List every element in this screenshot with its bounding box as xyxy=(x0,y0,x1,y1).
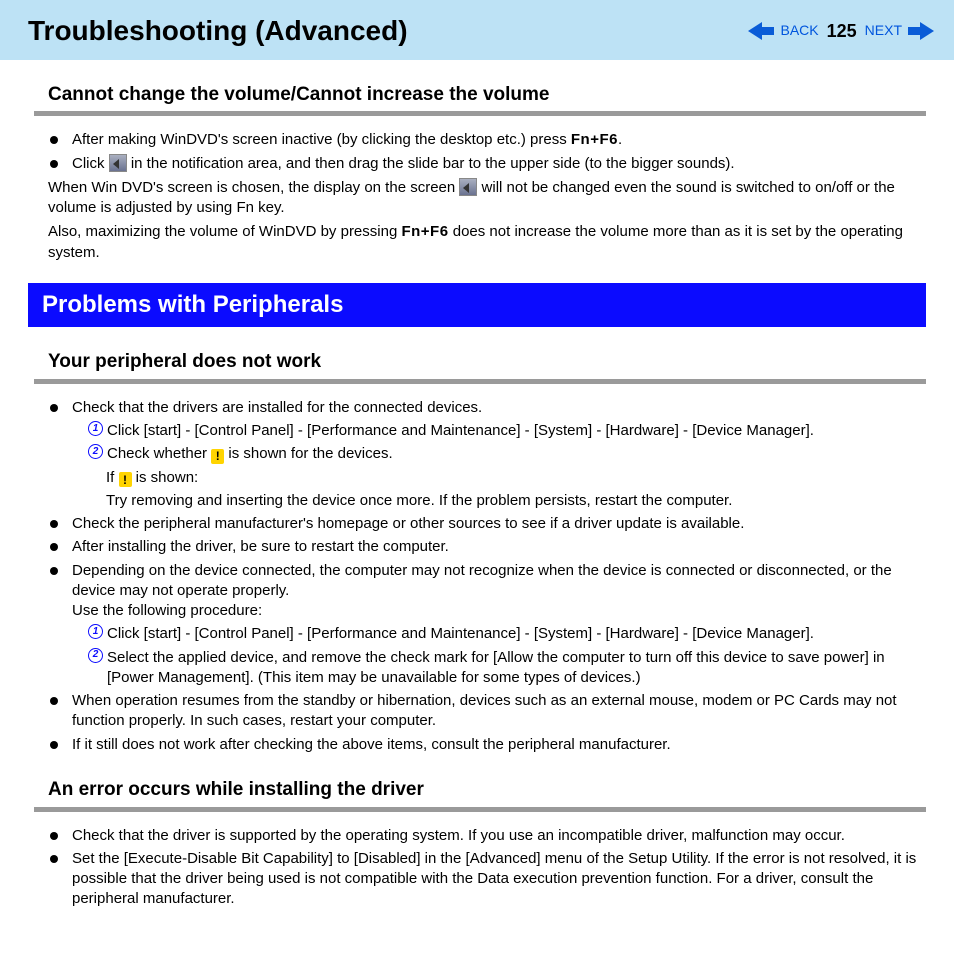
list-item: Depending on the device connected, the c… xyxy=(48,561,926,622)
content-area: Cannot change the volume/Cannot increase… xyxy=(0,82,954,933)
section-banner: Problems with Peripherals xyxy=(28,283,926,327)
step-row: 1 Click [start] - [Control Panel] - [Per… xyxy=(88,421,926,441)
section-volume-title: Cannot change the volume/Cannot increase… xyxy=(28,82,926,108)
sub-note: If ! is shown: xyxy=(106,468,926,488)
divider xyxy=(34,807,926,812)
list-item: After installing the driver, be sure to … xyxy=(48,537,926,557)
key-combo: Fn+F6 xyxy=(571,131,618,148)
header-bar: Troubleshooting (Advanced) BACK 125 NEXT xyxy=(0,0,954,60)
sub-note: Try removing and inserting the device on… xyxy=(106,491,926,511)
list-item: When operation resumes from the standby … xyxy=(48,691,926,732)
list-item: Check that the driver is supported by th… xyxy=(48,826,926,846)
key-combo: Fn+F6 xyxy=(401,223,448,240)
list-item: Click in the notification area, and then… xyxy=(48,154,926,174)
step-row: 1 Click [start] - [Control Panel] - [Per… xyxy=(88,624,926,644)
paragraph: Also, maximizing the volume of WinDVD by… xyxy=(28,222,926,263)
speaker-icon xyxy=(109,154,127,172)
list-item: If it still does not work after checking… xyxy=(48,735,926,755)
volume-list: After making WinDVD's screen inactive (b… xyxy=(28,130,926,174)
peripheral-list-3: When operation resumes from the standby … xyxy=(28,691,926,755)
sub-steps: 1 Click [start] - [Control Panel] - [Per… xyxy=(88,421,926,465)
page-number: 125 xyxy=(827,19,857,43)
warning-icon: ! xyxy=(211,449,224,464)
step-badge-1: 1 xyxy=(88,624,103,639)
step-row: 2 Select the applied device, and remove … xyxy=(88,648,926,689)
peripheral-list: Check that the drivers are installed for… xyxy=(28,398,926,418)
warning-icon: ! xyxy=(119,472,132,487)
step-row: 2 Check whether ! is shown for the devic… xyxy=(88,444,926,464)
divider xyxy=(34,379,926,384)
back-arrow-icon[interactable] xyxy=(748,22,774,40)
section-driver-error-title: An error occurs while installing the dri… xyxy=(28,777,926,803)
paragraph: When Win DVD's screen is chosen, the dis… xyxy=(28,178,926,219)
section-peripheral-title: Your peripheral does not work xyxy=(28,349,926,375)
next-arrow-icon[interactable] xyxy=(908,22,934,40)
driver-error-list: Check that the driver is supported by th… xyxy=(28,826,926,910)
list-item: After making WinDVD's screen inactive (b… xyxy=(48,130,926,150)
list-item: Check the peripheral manufacturer's home… xyxy=(48,514,926,534)
list-item: Check that the drivers are installed for… xyxy=(48,398,926,418)
speaker-icon xyxy=(459,178,477,196)
page-title: Troubleshooting (Advanced) xyxy=(28,12,408,50)
back-link[interactable]: BACK xyxy=(780,21,818,40)
step-badge-2: 2 xyxy=(88,444,103,459)
next-link[interactable]: NEXT xyxy=(865,21,902,40)
step-badge-2: 2 xyxy=(88,648,103,663)
divider xyxy=(34,111,926,116)
peripheral-list-2: Check the peripheral manufacturer's home… xyxy=(28,514,926,621)
step-badge-1: 1 xyxy=(88,421,103,436)
list-item: Set the [Execute-Disable Bit Capability]… xyxy=(48,849,926,910)
sub-steps-2: 1 Click [start] - [Control Panel] - [Per… xyxy=(88,624,926,688)
page-nav: BACK 125 NEXT xyxy=(748,19,934,43)
